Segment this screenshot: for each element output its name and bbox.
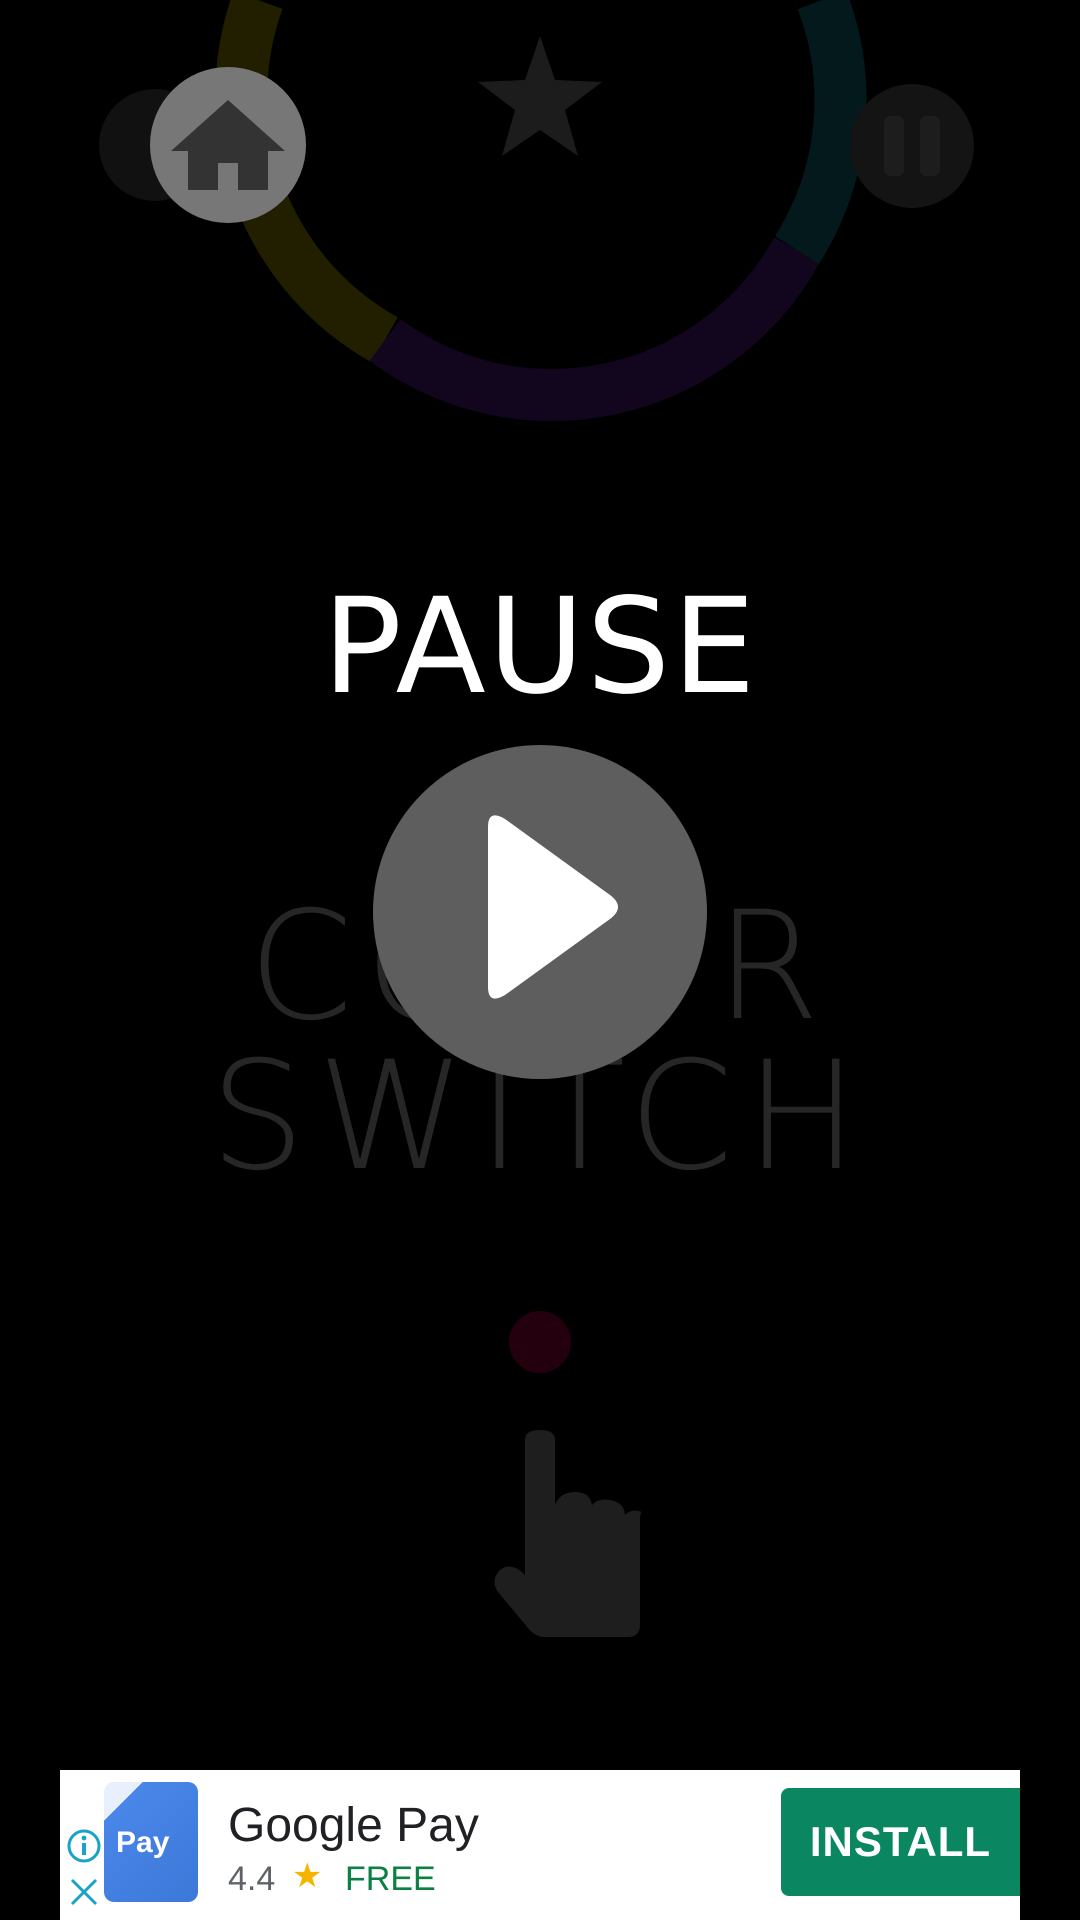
tap-hand-icon: [494, 1430, 642, 1637]
ad-rating: 4.4: [228, 1860, 276, 1898]
install-button[interactable]: INSTALL: [781, 1788, 1020, 1896]
google-pay-app-icon[interactable]: Pay: [104, 1782, 198, 1902]
resume-button[interactable]: [373, 745, 707, 1079]
ad-app-name[interactable]: Google Pay: [228, 1798, 479, 1853]
rating-star-icon: ★: [292, 1857, 323, 1895]
star-icon: [478, 36, 602, 156]
close-icon[interactable]: [66, 1874, 102, 1910]
info-icon[interactable]: [66, 1828, 102, 1864]
pause-button[interactable]: [850, 84, 974, 208]
ad-price: FREE: [345, 1860, 436, 1898]
pause-title: PAUSE: [322, 570, 758, 724]
player-dot: [509, 1311, 571, 1373]
ad-banner[interactable]: Pay Google Pay 4.4 ★ FREE INSTALL: [60, 1770, 1020, 1920]
app-icon-label: Pay: [116, 1826, 170, 1859]
home-button[interactable]: [150, 67, 306, 223]
